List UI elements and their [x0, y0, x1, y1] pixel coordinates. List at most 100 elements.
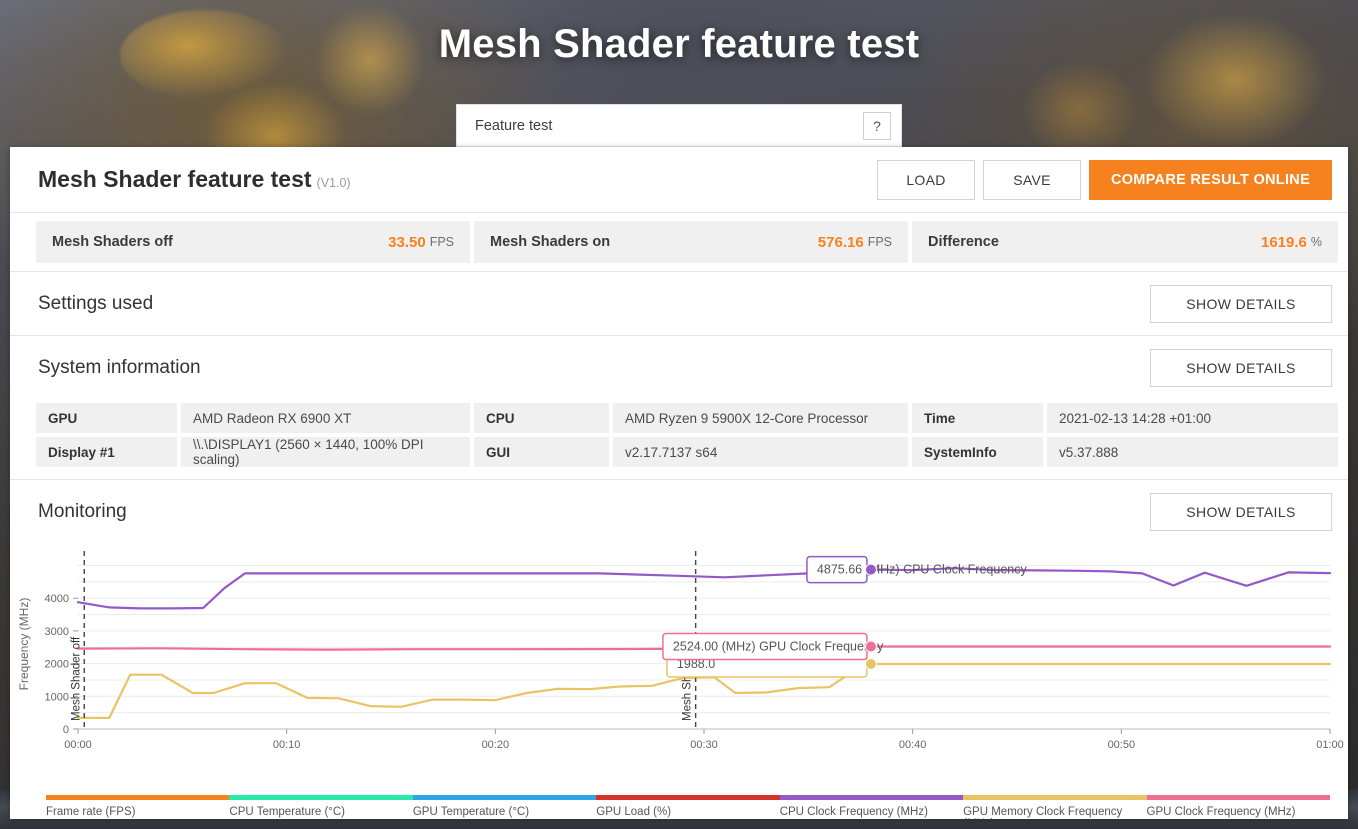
section-system-information: System information SHOW DETAILS: [10, 335, 1348, 399]
legend-swatch: [46, 795, 230, 800]
table-row: SystemInfo v5.37.888: [912, 437, 1338, 467]
score-unit: %: [1310, 235, 1322, 249]
chart-tooltip-point[interactable]: [864, 658, 877, 671]
sysinfo-key: Time: [912, 403, 1043, 433]
chart-tooltip-label: 4875.66 (MHz) CPU Clock Frequency: [817, 563, 1028, 577]
legend-item[interactable]: CPU Clock Frequency (MHz): [779, 795, 964, 819]
legend-item[interactable]: CPU Temperature (°C): [229, 795, 413, 819]
x-tick-label: 00:40: [899, 739, 927, 751]
legend-label: CPU Clock Frequency (MHz): [779, 806, 928, 818]
chart-tooltip-point[interactable]: [864, 563, 877, 576]
x-tick-label: 00:50: [1108, 739, 1136, 751]
settings-used-title: Settings used: [38, 292, 154, 314]
load-button[interactable]: LOAD: [877, 159, 975, 200]
score-value: 1619.6: [1260, 233, 1307, 251]
y-tick-label: 2000: [45, 659, 69, 671]
system-information-title: System information: [38, 356, 201, 378]
sysinfo-key: GUI: [474, 437, 609, 467]
table-row: CPU AMD Ryzen 9 5900X 12-Core Processor: [474, 403, 908, 433]
legend-label: GPU Clock Frequency (MHz): [1146, 806, 1296, 818]
legend-item[interactable]: GPU Load (%): [596, 795, 780, 819]
sysinfo-value: AMD Ryzen 9 5900X 12-Core Processor: [613, 403, 908, 433]
y-tick-label: 3000: [45, 626, 69, 638]
legend-label: GPU Load (%): [596, 806, 672, 818]
help-icon[interactable]: ?: [863, 111, 891, 140]
legend-label: GPU Memory Clock Frequency (MHz): [963, 806, 1123, 819]
sysinfo-value: 2021-02-13 14:28 +01:00: [1047, 403, 1338, 433]
chart-tooltip-label: 2524.00 (MHz) GPU Clock Frequency: [673, 639, 884, 653]
result-title-text: Mesh Shader feature test: [38, 166, 312, 192]
sysinfo-key: SystemInfo: [912, 437, 1043, 467]
sysinfo-value: \\.\DISPLAY1 (2560 × 1440, 100% DPI scal…: [181, 437, 470, 467]
legend-swatch: [963, 795, 1147, 800]
legend-item[interactable]: GPU Memory Clock Frequency (MHz): [963, 795, 1147, 819]
sysinfo-column-3: Time 2021-02-13 14:28 +01:00 SystemInfo …: [912, 403, 1338, 467]
sysinfo-value: AMD Radeon RX 6900 XT: [181, 403, 470, 433]
sysinfo-column-2: CPU AMD Ryzen 9 5900X 12-Core Processor …: [474, 403, 908, 467]
sysinfo-column-1: GPU AMD Radeon RX 6900 XT Display #1 \\.…: [36, 403, 470, 467]
chart-tooltip-point[interactable]: [864, 640, 877, 653]
y-axis-label: Frequency (MHz): [17, 598, 31, 691]
sysinfo-value: v5.37.888: [1047, 437, 1338, 467]
x-tick-label: 00:30: [690, 739, 718, 751]
table-row: GPU AMD Radeon RX 6900 XT: [36, 403, 470, 433]
legend-item[interactable]: GPU Temperature (°C): [412, 795, 597, 819]
x-tick-label: 00:10: [273, 739, 301, 751]
legend-swatch: [1146, 795, 1330, 800]
system-info-show-details-button[interactable]: SHOW DETAILS: [1150, 348, 1332, 387]
score-mesh-shaders-on: Mesh Shaders on 576.16 FPS: [474, 221, 908, 263]
compare-result-online-button[interactable]: COMPARE RESULT ONLINE: [1089, 159, 1332, 200]
app-root: Mesh Shader feature test Feature test ? …: [0, 0, 1358, 829]
legend-swatch: [229, 795, 413, 800]
table-row: Time 2021-02-13 14:28 +01:00: [912, 403, 1338, 433]
x-tick-label: 00:20: [482, 739, 510, 751]
score-strip: Mesh Shaders off 33.50 FPS Mesh Shaders …: [10, 213, 1348, 271]
legend-label: CPU Temperature (°C): [229, 806, 346, 818]
legend-label: Frame rate (FPS): [46, 806, 136, 818]
legend-item[interactable]: GPU Clock Frequency (MHz): [1146, 795, 1330, 819]
score-difference: Difference 1619.6 %: [912, 221, 1338, 263]
table-row: GUI v2.17.7137 s64: [474, 437, 908, 467]
score-unit: FPS: [429, 235, 454, 249]
score-label: Mesh Shaders off: [52, 234, 173, 250]
x-tick-label: 01:00: [1316, 739, 1344, 751]
page-title: Mesh Shader feature test: [438, 22, 920, 66]
legend-swatch: [412, 795, 597, 800]
legend-label: GPU Temperature (°C): [412, 806, 530, 818]
y-tick-label: 4000: [45, 593, 69, 605]
result-header: Mesh Shader feature test (V1.0) LOAD SAVE…: [10, 147, 1348, 213]
score-value: 33.50: [388, 233, 426, 251]
sysinfo-key: CPU: [474, 403, 609, 433]
score-label: Mesh Shaders on: [490, 234, 611, 250]
y-tick-label: 1000: [45, 691, 69, 703]
table-row: Display #1 \\.\DISPLAY1 (2560 × 1440, 10…: [36, 437, 470, 467]
chart-marker-label: Mesh Shader off: [70, 636, 82, 721]
y-tick-label: 0: [63, 724, 69, 736]
monitoring-chart: 0 1000 2000 3000 4000 Frequency (MHz) 00:00 00:…: [10, 543, 1348, 793]
legend-swatch: [596, 795, 780, 800]
result-version: (V1.0): [316, 176, 351, 190]
feature-test-bar[interactable]: Feature test ?: [456, 104, 902, 147]
monitoring-title: Monitoring: [38, 500, 127, 522]
legend-swatch: [779, 795, 964, 800]
score-unit: FPS: [867, 235, 892, 249]
sysinfo-key: GPU: [36, 403, 177, 433]
section-settings-used: Settings used SHOW DETAILS: [10, 271, 1348, 335]
system-information-table: GPU AMD Radeon RX 6900 XT Display #1 \\.…: [10, 399, 1348, 479]
score-mesh-shaders-off: Mesh Shaders off 33.50 FPS: [36, 221, 470, 263]
result-card: Mesh Shader feature test (V1.0) LOAD SAVE…: [10, 147, 1348, 819]
x-tick-label: 00:00: [64, 739, 92, 751]
chart-legend: Frame rate (FPS) CPU Temperature (°C) GPU …: [10, 795, 1348, 819]
result-title: Mesh Shader feature test (V1.0): [38, 166, 351, 193]
save-button[interactable]: SAVE: [983, 159, 1081, 200]
sysinfo-value: v2.17.7137 s64: [613, 437, 908, 467]
monitoring-chart-svg: 0 1000 2000 3000 4000 Frequency (MHz) 00:00 00:…: [17, 551, 1344, 751]
settings-show-details-button[interactable]: SHOW DETAILS: [1150, 284, 1332, 323]
sysinfo-key: Display #1: [36, 437, 177, 467]
score-label: Difference: [928, 234, 999, 250]
legend-item[interactable]: Frame rate (FPS): [46, 795, 230, 819]
feature-test-label: Feature test: [475, 117, 553, 134]
monitoring-show-details-button[interactable]: SHOW DETAILS: [1150, 492, 1332, 531]
score-value: 576.16: [817, 233, 864, 251]
chart-series-line: [76, 567, 1332, 610]
